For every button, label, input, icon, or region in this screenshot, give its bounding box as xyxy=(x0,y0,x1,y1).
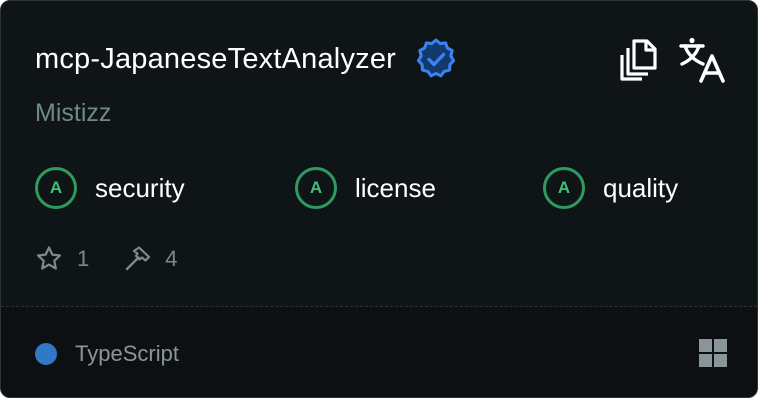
copy-icon[interactable] xyxy=(617,37,661,81)
security-grade-badge: A xyxy=(35,167,77,209)
title-row: mcp-JapaneseTextAnalyzer xyxy=(35,35,458,83)
language-color-dot xyxy=(35,343,57,365)
server-card[interactable]: mcp-JapaneseTextAnalyzer Mistizz A secur… xyxy=(0,0,758,398)
score-security[interactable]: A security xyxy=(35,165,185,211)
star-icon xyxy=(35,245,63,273)
windows-icon xyxy=(699,339,727,367)
tools-stat: 4 xyxy=(123,245,178,273)
hammer-icon xyxy=(123,245,151,273)
license-label: license xyxy=(355,172,436,203)
language-label: TypeScript xyxy=(75,341,179,366)
translate-icon[interactable] xyxy=(679,36,727,84)
license-grade-badge: A xyxy=(295,167,337,209)
author-name[interactable]: Mistizz xyxy=(35,99,111,128)
security-label: security xyxy=(95,172,185,203)
stars-stat: 1 xyxy=(35,245,89,273)
tools-count: 4 xyxy=(165,246,178,271)
score-license[interactable]: A license xyxy=(295,165,436,211)
verified-badge-icon xyxy=(414,37,458,81)
quality-grade-badge: A xyxy=(543,167,585,209)
stats-row: 1 4 xyxy=(35,241,178,277)
language-indicator: TypeScript xyxy=(35,339,179,369)
score-quality[interactable]: A quality xyxy=(543,165,678,211)
server-name[interactable]: mcp-JapaneseTextAnalyzer xyxy=(35,43,396,76)
stars-count: 1 xyxy=(77,246,90,271)
quality-label: quality xyxy=(603,172,679,203)
